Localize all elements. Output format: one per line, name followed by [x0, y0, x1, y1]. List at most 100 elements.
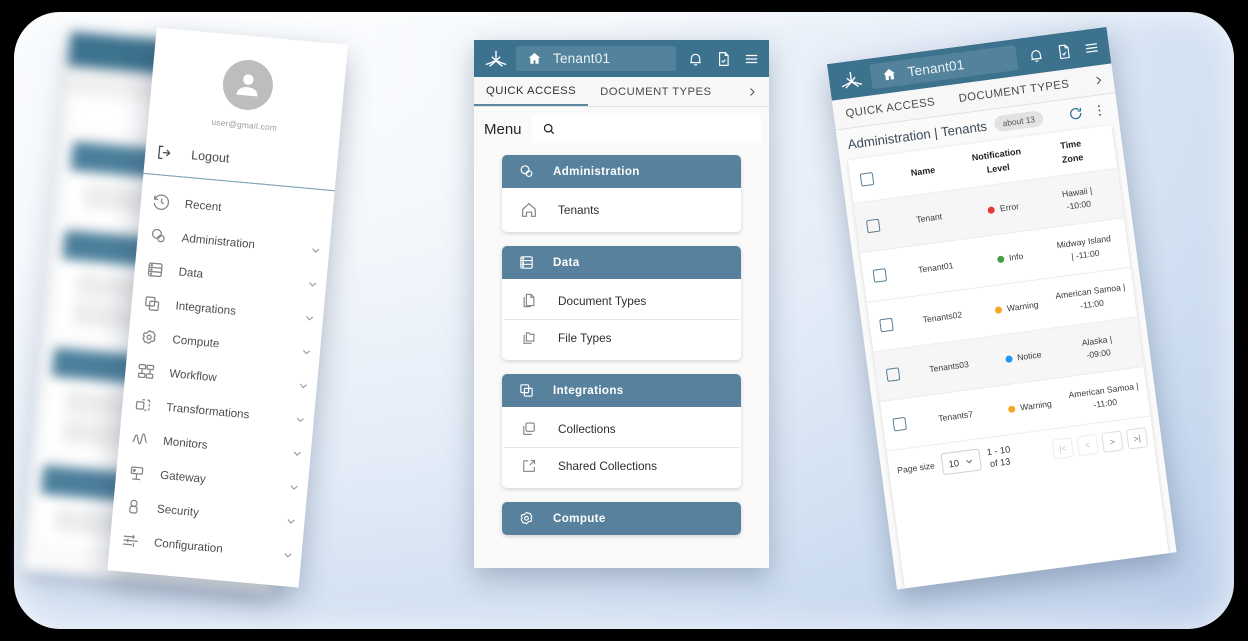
cell-name: Tenants03: [928, 359, 970, 375]
bell-icon[interactable]: [687, 50, 704, 68]
row-checkbox[interactable]: [892, 416, 907, 432]
tab-quick-access[interactable]: QUICK ACCESS: [474, 77, 589, 106]
time-zone-line: Hawaii |: [1061, 185, 1093, 200]
logout-label: Logout: [190, 148, 231, 166]
lock-icon: [129, 499, 138, 514]
converge-arrow-icon[interactable]: [483, 48, 509, 70]
bell-icon[interactable]: [1026, 45, 1045, 65]
layers-icon: [145, 295, 160, 311]
menu-card-list[interactable]: Administration Tenants Data Document Typ…: [474, 149, 769, 568]
app-bar: Tenant01: [474, 40, 769, 77]
tenant-selector[interactable]: Tenant01: [516, 46, 676, 71]
document-check-icon[interactable]: [715, 50, 732, 68]
menu-screen-panel: Tenant01 QUICK ACCESS DOCUMENT TYPES Men…: [474, 40, 769, 568]
sidebar-item-label: Security: [156, 501, 200, 519]
chevron-down-icon[interactable]: [310, 244, 322, 256]
tabs-more-button[interactable]: [1079, 63, 1117, 96]
user-avatar-icon: [236, 74, 258, 97]
status-dot: [996, 255, 1005, 264]
first-page-button[interactable]: |<: [1051, 437, 1075, 460]
menu-group-title: Administration: [553, 165, 640, 178]
menu-group-header[interactable]: Data: [502, 246, 741, 279]
time-zone-line: | -11:00: [1070, 247, 1101, 261]
sidebar-menu-list: Recent Administration Data Integrations …: [108, 172, 335, 573]
row-checkbox[interactable]: [879, 317, 894, 333]
chevron-down-icon[interactable]: [307, 278, 319, 290]
time-zone-line: -09:00: [1085, 346, 1112, 360]
history-icon: [153, 194, 170, 210]
next-page-button[interactable]: >: [1101, 430, 1124, 454]
hamburger-icon[interactable]: [1082, 37, 1101, 57]
last-page-button[interactable]: >|: [1125, 427, 1149, 451]
app-bar-actions: [683, 50, 760, 68]
menu-group-header[interactable]: Compute: [502, 502, 741, 535]
sidebar-item-label: Workflow: [168, 366, 218, 384]
menu-group-title: Data: [553, 256, 580, 269]
tenant-name: Tenant01: [906, 57, 966, 80]
chevron-down-icon[interactable]: [297, 379, 309, 391]
cell-time-zone: American Samoa | -11:00: [1051, 280, 1132, 315]
sidebar-item-label: Administration: [181, 231, 256, 251]
home-outline-icon: [522, 202, 536, 217]
chevron-down-icon[interactable]: [294, 413, 306, 425]
cell-name: Tenant: [915, 211, 943, 225]
breadcrumb-actions: [1067, 101, 1111, 122]
tab-document-types[interactable]: DOCUMENT TYPES: [588, 77, 723, 106]
workflow-icon: [137, 363, 155, 379]
menu-item-shared-collections[interactable]: Shared Collections: [504, 447, 739, 484]
hamburger-icon[interactable]: [743, 50, 760, 68]
pulse-icon: [132, 432, 148, 444]
cell-name: Tenants7: [937, 409, 974, 424]
tenants-screen: Tenant01 QUICK ACCESS DOCUMENT TYPES Adm…: [826, 26, 1177, 590]
menu-group-header[interactable]: Integrations: [502, 374, 741, 407]
time-zone-line: Midway Island: [1056, 233, 1112, 251]
copy-icon: [523, 422, 535, 435]
sidebar-item-label: Transformations: [165, 400, 250, 421]
chevron-down-icon[interactable]: [288, 481, 300, 493]
row-checkbox[interactable]: [865, 218, 881, 234]
converge-arrow-icon[interactable]: [837, 67, 866, 92]
sidebar-panel: user@gmail.com Logout Recent Administrat…: [11, 19, 420, 609]
chevron-down-icon[interactable]: [301, 345, 313, 357]
row-checkbox[interactable]: [885, 367, 901, 382]
refresh-icon[interactable]: [1067, 105, 1085, 123]
gateway-icon: [130, 465, 144, 480]
chevron-down-icon[interactable]: [285, 515, 297, 527]
record-count-badge: about 13: [993, 110, 1044, 133]
menu-group-header[interactable]: Administration: [502, 155, 741, 188]
chevron-down-icon[interactable]: [291, 447, 303, 459]
time-zone-line: -11:00: [1079, 297, 1105, 311]
menu-item-file-types[interactable]: File Types: [504, 319, 739, 356]
menu-group-title: Compute: [553, 512, 606, 525]
menu-item-document-types[interactable]: Document Types: [504, 283, 739, 319]
status-dot: [994, 306, 1003, 314]
page-size-select[interactable]: 10: [940, 448, 983, 476]
cell-time-zone: Midway Island | -11:00: [1044, 231, 1125, 266]
column-header-notification-level[interactable]: Notification Level: [960, 144, 1035, 180]
menu-item-collections[interactable]: Collections: [504, 411, 739, 447]
select-all-checkbox[interactable]: [859, 172, 875, 187]
menu-item-tenants[interactable]: Tenants: [504, 192, 739, 228]
prev-page-button[interactable]: <: [1076, 434, 1099, 457]
cell-notification-level: Notice: [987, 346, 1060, 368]
table-panel: Tenant01 QUICK ACCESS DOCUMENT TYPES Adm…: [809, 5, 1243, 628]
tabs-more-button[interactable]: [735, 77, 769, 106]
column-header-line: Level: [986, 161, 1011, 175]
search-input[interactable]: [531, 115, 761, 143]
cell-notification-level: Warning: [994, 396, 1067, 418]
chevron-down-icon[interactable]: [282, 549, 294, 561]
column-header-time-zone[interactable]: Time Zone: [1031, 133, 1112, 170]
document-check-icon[interactable]: [1054, 41, 1073, 61]
row-checkbox[interactable]: [872, 268, 888, 283]
sidebar-item-label: Recent: [184, 197, 223, 214]
menu-item-label: Collections: [558, 422, 616, 436]
sidebar-item-label: Monitors: [162, 434, 209, 452]
column-header-name[interactable]: Name: [883, 160, 962, 184]
menu-item-label: Document Types: [558, 294, 647, 308]
more-vertical-icon[interactable]: [1090, 101, 1108, 119]
sidebar-item-label: Integrations: [175, 298, 237, 318]
time-zone-line: -10:00: [1065, 197, 1092, 212]
menu-group-compute: Compute: [502, 502, 741, 535]
chevron-down-icon[interactable]: [304, 312, 316, 324]
avatar: [220, 57, 276, 113]
